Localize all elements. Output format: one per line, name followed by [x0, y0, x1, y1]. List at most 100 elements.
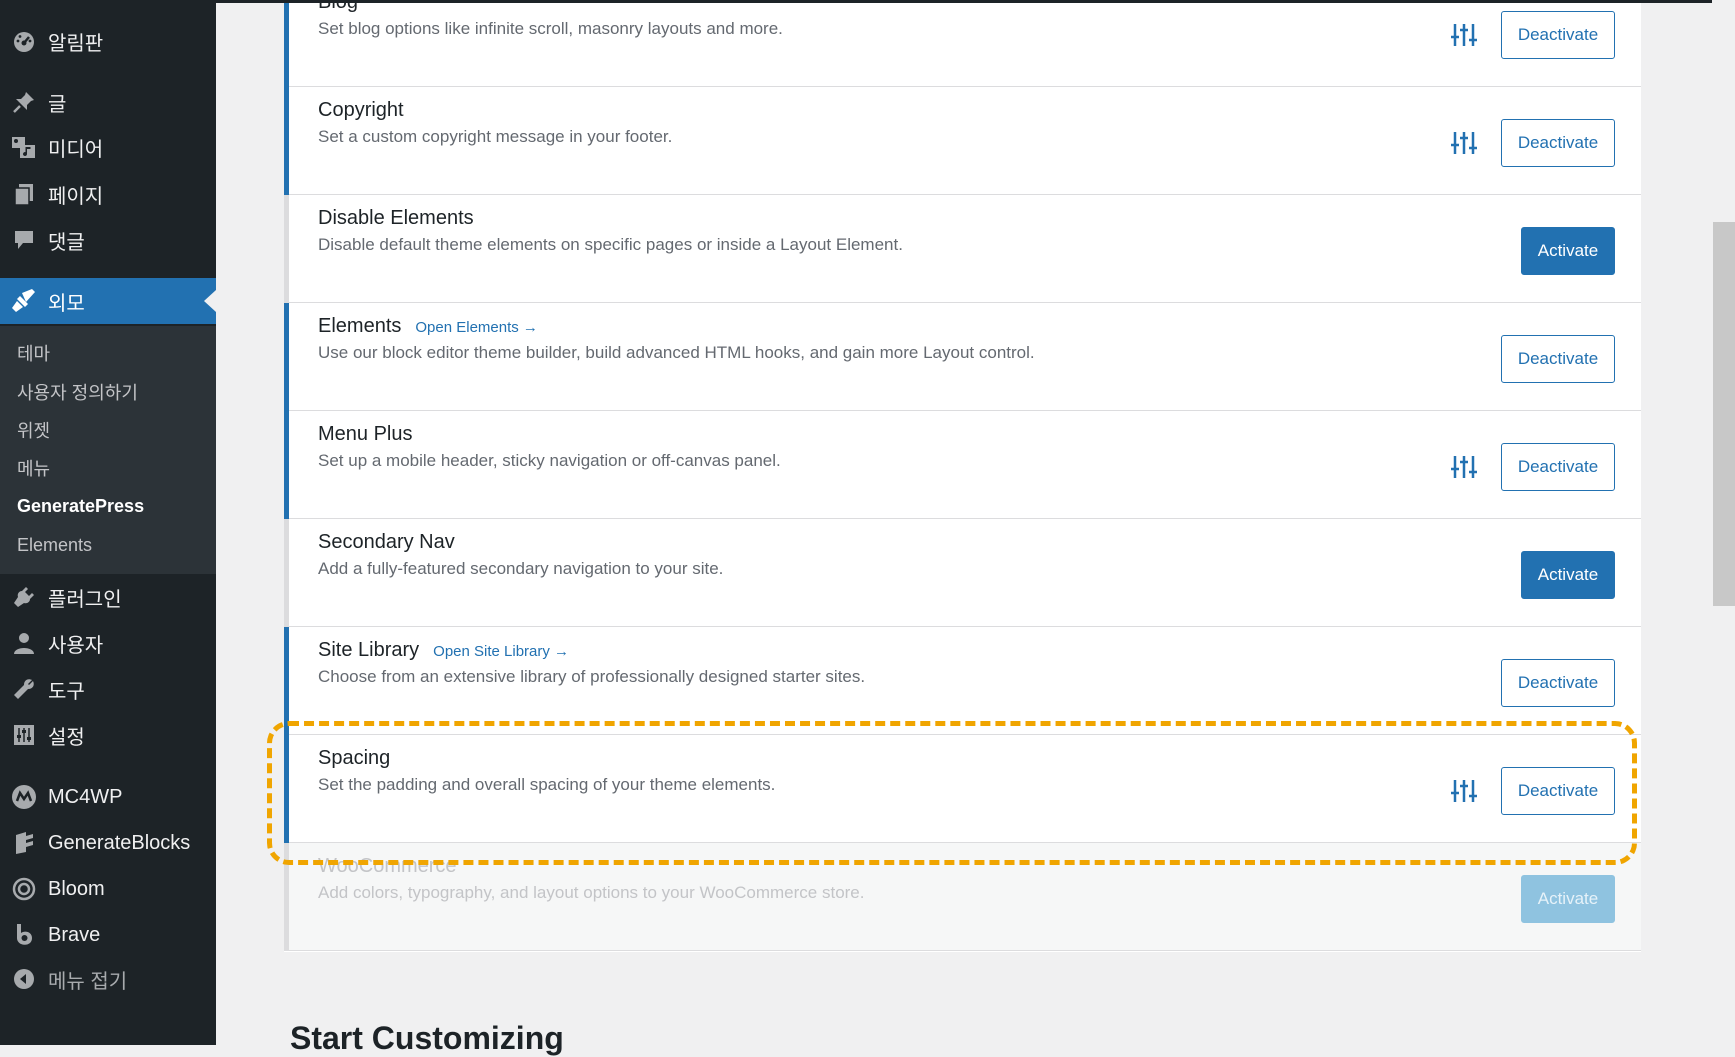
deactivate-button[interactable]: Deactivate: [1501, 335, 1615, 383]
module-description: Set the padding and overall spacing of y…: [318, 775, 776, 794]
menu-item-plugins[interactable]: 플러그인: [0, 574, 216, 620]
open-elements-link[interactable]: Open Elements →: [415, 319, 538, 336]
appearance-submenu: 테마 사용자 정의하기 위젯 메뉴 GeneratePress Elements: [0, 326, 216, 574]
submenu-item-customize[interactable]: 사용자 정의하기: [17, 379, 138, 405]
module-title: Menu Plus: [318, 423, 413, 445]
module-title: Secondary Nav: [318, 531, 455, 553]
menu-item-bloom[interactable]: Bloom: [0, 866, 216, 912]
menu-item-settings[interactable]: 설정: [0, 712, 216, 758]
menu-label: 도구: [48, 680, 85, 703]
module-description: Set blog options like infinite scroll, m…: [318, 19, 783, 38]
module-status-bar: [284, 0, 289, 87]
module-status-bar: [284, 195, 289, 303]
deactivate-button[interactable]: Deactivate: [1501, 767, 1615, 815]
menu-label: 플러그인: [48, 588, 122, 611]
admin-sidebar: 알림판 글 미디어 페이지 댓글 외모 테마 사용자 정의하기 위젯 메뉴 Ge…: [0, 0, 216, 1045]
comments-icon: [10, 226, 38, 254]
module-title: Copyright: [318, 99, 404, 121]
module-description: Disable default theme elements on specif…: [318, 235, 903, 254]
menu-label: GenerateBlocks: [48, 831, 191, 854]
module-description: Add a fully-featured secondary navigatio…: [318, 559, 724, 578]
module-status-bar: [284, 843, 289, 951]
section-heading: Start Customizing: [290, 1020, 564, 1056]
module-disable-elements: Disable Elements Disable default theme e…: [284, 195, 1641, 303]
module-description: Use our block editor theme builder, buil…: [318, 343, 1035, 362]
module-title: Spacing: [318, 747, 391, 769]
module-status-bar: [284, 87, 289, 195]
modules-panel: Blog Set blog options like infinite scro…: [284, 0, 1641, 952]
menu-label: 사용자: [48, 634, 104, 657]
media-icon: [10, 133, 38, 161]
deactivate-button[interactable]: Deactivate: [1501, 443, 1615, 491]
sliders-icon[interactable]: [1450, 21, 1478, 49]
sliders-icon[interactable]: [1450, 777, 1478, 805]
module-title: Site Library Open Site Library →: [318, 639, 570, 661]
collapse-menu-button[interactable]: 메뉴 접기: [0, 956, 216, 1002]
menu-label: 미디어: [48, 138, 104, 161]
pin-icon: [10, 88, 38, 116]
bloom-icon: [10, 875, 38, 903]
deactivate-button[interactable]: Deactivate: [1501, 119, 1615, 167]
mc4wp-icon: [10, 783, 38, 811]
settings-icon: [10, 721, 38, 749]
menu-item-posts[interactable]: 글: [0, 79, 216, 125]
menu-item-appearance[interactable]: 외모: [0, 278, 216, 324]
menu-item-users[interactable]: 사용자: [0, 620, 216, 666]
module-description: Set a custom copyright message in your f…: [318, 127, 673, 146]
open-site-library-link[interactable]: Open Site Library →: [433, 643, 569, 660]
module-description: Set up a mobile header, sticky navigatio…: [318, 451, 781, 470]
module-status-bar: [284, 627, 289, 735]
menu-label: Brave: [48, 923, 101, 946]
module-title: Disable Elements: [318, 207, 474, 229]
menu-item-media[interactable]: 미디어: [0, 124, 216, 170]
dashboard-icon: [10, 27, 38, 55]
scrollbar-thumb[interactable]: [1713, 222, 1735, 606]
menu-label: 메뉴 접기: [48, 970, 128, 993]
brave-icon: [10, 921, 38, 949]
menu-item-generateblocks[interactable]: GenerateBlocks: [0, 820, 216, 866]
menu-item-brave[interactable]: Brave: [0, 912, 216, 958]
menu-label: 외모: [48, 292, 85, 315]
menu-item-pages[interactable]: 페이지: [0, 171, 216, 217]
user-icon: [10, 629, 38, 657]
submenu-item-generatepress[interactable]: GeneratePress: [17, 496, 144, 517]
module-status-bar: [284, 519, 289, 627]
menu-item-mc4wp[interactable]: MC4WP: [0, 774, 216, 820]
submenu-item-elements[interactable]: Elements: [17, 535, 92, 556]
deactivate-button[interactable]: Deactivate: [1501, 659, 1615, 707]
module-elements: Elements Open Elements → Use our block ed…: [284, 303, 1641, 411]
submenu-item-menus[interactable]: 메뉴: [17, 455, 50, 481]
module-site-library: Site Library Open Site Library → Choose f…: [284, 627, 1641, 735]
activate-button[interactable]: Activate: [1521, 875, 1615, 923]
activate-button[interactable]: Activate: [1521, 227, 1615, 275]
submenu-item-widgets[interactable]: 위젯: [17, 417, 50, 443]
sliders-icon[interactable]: [1450, 129, 1478, 157]
submenu-item-themes[interactable]: 테마: [17, 340, 50, 366]
module-status-bar: [284, 411, 289, 519]
menu-item-comments[interactable]: 댓글: [0, 217, 216, 263]
menu-item-tools[interactable]: 도구: [0, 666, 216, 712]
activate-button[interactable]: Activate: [1521, 551, 1615, 599]
plugin-icon: [10, 583, 38, 611]
generateblocks-icon: [10, 829, 38, 857]
module-secondary-nav: Secondary Nav Add a fully-featured secon…: [284, 519, 1641, 627]
module-title: WooCommerce: [318, 855, 457, 877]
top-border: [0, 0, 1712, 3]
pages-icon: [10, 180, 38, 208]
menu-label: Bloom: [48, 877, 105, 900]
sliders-icon[interactable]: [1450, 453, 1478, 481]
module-status-bar: [284, 303, 289, 411]
module-description: Add colors, typography, and layout optio…: [318, 883, 865, 902]
module-spacing: Spacing Set the padding and overall spac…: [284, 735, 1641, 843]
wrench-icon: [10, 675, 38, 703]
deactivate-button[interactable]: Deactivate: [1501, 11, 1615, 59]
module-woocommerce: WooCommerce Add colors, typography, and …: [284, 843, 1641, 951]
menu-label: MC4WP: [48, 785, 123, 808]
menu-item-dashboard[interactable]: 알림판: [0, 18, 216, 64]
menu-label: 글: [48, 93, 67, 116]
module-menu-plus: Menu Plus Set up a mobile header, sticky…: [284, 411, 1641, 519]
module-copyright: Copyright Set a custom copyright message…: [284, 87, 1641, 195]
module-description: Choose from an extensive library of prof…: [318, 667, 866, 686]
menu-label: 댓글: [48, 231, 85, 254]
menu-label: 설정: [48, 726, 85, 749]
